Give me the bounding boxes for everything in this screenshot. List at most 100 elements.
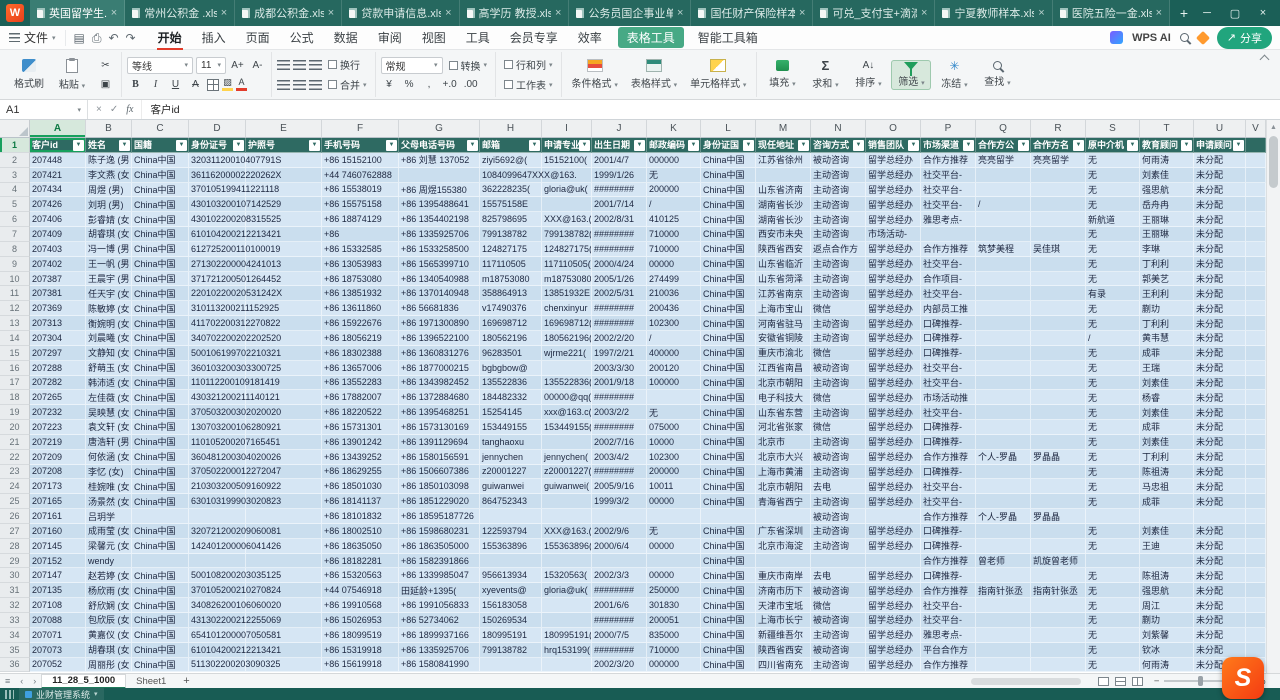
cell[interactable]: 黄嘉仪 (女 (86, 628, 132, 643)
column-header-S[interactable]: S (1086, 120, 1140, 138)
cell[interactable]: 天津市宝坻 (756, 598, 811, 613)
cell[interactable]: 371721200501264452 (189, 272, 246, 287)
cell[interactable] (1031, 539, 1086, 554)
cell[interactable]: China中国 (132, 420, 189, 435)
cell[interactable]: 00000 (647, 539, 701, 554)
cell[interactable]: 无 (1086, 197, 1140, 212)
cell[interactable]: +86 1391129694 (399, 435, 480, 450)
cell[interactable]: 未分配 (1194, 450, 1246, 465)
cell[interactable]: 留学总经办 (866, 242, 921, 257)
cell[interactable]: +86 13901242 (322, 435, 399, 450)
cell[interactable]: 未分配 (1194, 613, 1246, 628)
cell[interactable]: ######## (592, 390, 647, 405)
cell[interactable]: 无 (1086, 450, 1140, 465)
cell[interactable]: China中国 (132, 153, 189, 168)
share-button[interactable]: ↗分享 (1217, 27, 1272, 49)
cell[interactable]: 合作方推荐 (921, 583, 976, 598)
cell[interactable]: +86 15332585 (322, 242, 399, 257)
cell[interactable]: 新疆维吾尔 (756, 628, 811, 643)
prev-sheet-arrow[interactable]: ‹ (15, 676, 28, 686)
cell[interactable]: 301830 (647, 598, 701, 613)
header-cell[interactable]: 教育顾问▼ (1140, 138, 1194, 153)
cell[interactable]: 610104200212213421 (189, 227, 246, 242)
cell[interactable]: +86 1395468251 (399, 405, 480, 420)
cell[interactable]: 何雨涛 (1140, 153, 1194, 168)
cell[interactable]: 无 (1086, 153, 1140, 168)
row-number[interactable]: 4 (0, 183, 30, 198)
cell[interactable]: 舒萌玉 (女 (86, 361, 132, 376)
cell[interactable]: 湖南省长沙 (756, 197, 811, 212)
cell[interactable]: 成菲 (1140, 494, 1194, 509)
cell[interactable]: 无 (1086, 272, 1140, 287)
cell[interactable] (542, 554, 592, 569)
strikethrough-button[interactable]: A (187, 77, 204, 93)
page-break-view-icon[interactable] (1132, 677, 1143, 686)
cell[interactable]: 江苏省徐州 (756, 153, 811, 168)
cell[interactable]: 156183058 (480, 598, 542, 613)
cell[interactable]: China中国 (132, 227, 189, 242)
redo-icon[interactable]: ↷ (126, 32, 136, 44)
cell[interactable]: 630103199903020823 (189, 494, 246, 509)
column-header-A[interactable]: A (30, 120, 86, 138)
row-number[interactable]: 1 (0, 138, 30, 153)
cell[interactable]: 主动咨询 (811, 331, 866, 346)
row-number[interactable]: 22 (0, 450, 30, 465)
cell[interactable] (1140, 554, 1194, 569)
cell[interactable] (1246, 465, 1266, 480)
cell[interactable]: 陈祖涛 (1140, 568, 1194, 583)
cell[interactable]: China中国 (701, 153, 756, 168)
cell[interactable] (976, 405, 1031, 420)
cell[interactable]: 李忆 (女) (86, 465, 132, 480)
cell[interactable]: 赵若婷 (女 (86, 568, 132, 583)
cell[interactable]: 无 (1086, 613, 1140, 628)
cell[interactable]: +86 15922676 (322, 316, 399, 331)
vip-icon[interactable] (1196, 30, 1210, 44)
menu-item[interactable]: 效率 (568, 26, 612, 50)
cell[interactable]: 社交平台- (921, 376, 976, 391)
cell[interactable]: gloria@uk( (542, 183, 592, 198)
cell[interactable]: 四川省南充 (756, 658, 811, 673)
cell[interactable]: 郭美艺 (1140, 272, 1194, 287)
cell[interactable]: 刘晨曦 (女 (86, 331, 132, 346)
cell[interactable]: 西安市未央 (756, 227, 811, 242)
cell[interactable]: 刘紫馨 (1140, 628, 1194, 643)
cell[interactable]: 2000/4/24 (592, 257, 647, 272)
cell[interactable]: 10000 (647, 435, 701, 450)
filter-dropdown-icon[interactable]: ▼ (579, 140, 590, 151)
worksheet-button[interactable]: 工作表▾ (501, 76, 556, 93)
cell[interactable] (647, 509, 701, 524)
cell[interactable]: 无 (1086, 376, 1140, 391)
cell[interactable]: 835000 (647, 628, 701, 643)
cell[interactable]: +86 1395488641 (399, 197, 480, 212)
cell[interactable] (976, 420, 1031, 435)
cell[interactable]: 110105200207165451 (189, 435, 246, 450)
cell[interactable]: China中国 (132, 197, 189, 212)
cell[interactable]: 上海市宝山 (756, 301, 811, 316)
fill-color-button[interactable]: ▨ (222, 78, 233, 91)
increase-font-icon[interactable]: A+ (229, 57, 246, 73)
cell[interactable]: China中国 (132, 479, 189, 494)
align-left-icon[interactable] (277, 80, 290, 90)
column-header-B[interactable]: B (86, 120, 132, 138)
cell[interactable]: 留学总经办 (866, 257, 921, 272)
cell[interactable]: 207173 (30, 479, 86, 494)
cell[interactable] (1031, 568, 1086, 583)
cell[interactable]: 王晨宇 (男 (86, 272, 132, 287)
column-header-G[interactable]: G (399, 120, 480, 138)
row-number[interactable]: 27 (0, 524, 30, 539)
cell[interactable] (1031, 272, 1086, 287)
cell[interactable] (1246, 361, 1266, 376)
cell[interactable]: 杨睿 (1140, 390, 1194, 405)
cell[interactable]: +86 1372884680 (399, 390, 480, 405)
cell[interactable]: 124827175 (480, 242, 542, 257)
cell[interactable]: China中国 (132, 598, 189, 613)
cell[interactable]: 210036 (647, 286, 701, 301)
cell[interactable]: 陈敏婷 (女 (86, 301, 132, 316)
cell[interactable]: +86 15619918 (322, 658, 399, 673)
print-icon[interactable]: ⎙ (92, 32, 102, 44)
column-header-N[interactable]: N (811, 120, 866, 138)
cell[interactable]: 口碑推荐- (921, 524, 976, 539)
row-number[interactable]: 25 (0, 494, 30, 509)
search-icon[interactable] (1180, 33, 1189, 42)
menu-item[interactable]: 工具 (456, 26, 500, 50)
